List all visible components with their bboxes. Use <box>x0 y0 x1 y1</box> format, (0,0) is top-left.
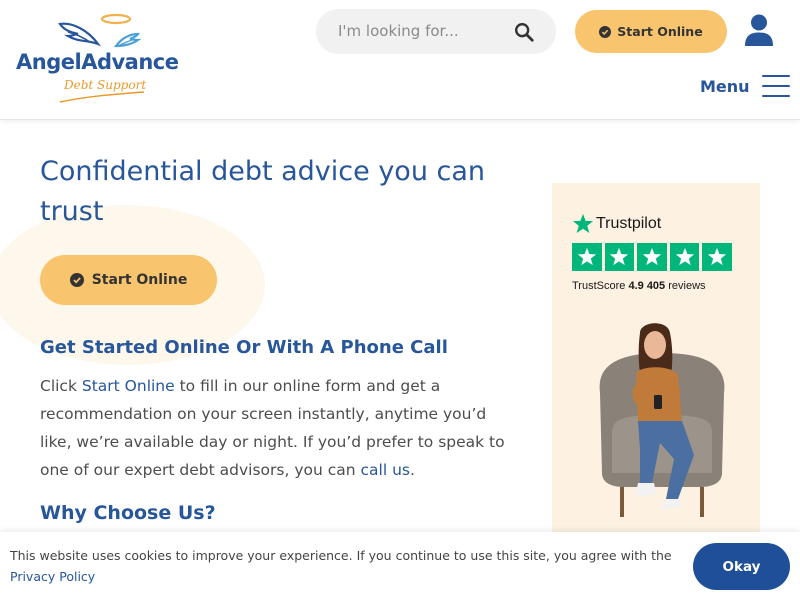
star-icon <box>572 243 602 271</box>
search-bar[interactable] <box>316 9 556 54</box>
star-icon <box>669 243 700 271</box>
menu-label: Menu <box>700 76 750 96</box>
menu-toggle[interactable]: Menu <box>700 72 790 100</box>
trustpilot-star-icon <box>572 213 594 233</box>
start-online-header-label: Start Online <box>617 24 703 39</box>
star-icon <box>604 243 635 271</box>
page-title: Confidential debt advice you can trust <box>40 156 486 227</box>
start-online-header-button[interactable]: Start Online <box>575 10 727 53</box>
call-us-link[interactable]: call us <box>361 461 410 479</box>
trustpilot-panel: Trustpilot TrustScore 4.9 405 reviews <box>552 183 760 543</box>
trustpilot-name: Trustpilot <box>596 215 662 232</box>
start-online-main-label: Start Online <box>91 272 188 288</box>
woman-on-armchair-illustration <box>599 323 725 517</box>
start-online-link[interactable]: Start Online <box>82 377 175 395</box>
angel-advance-logo[interactable]: AngelAdvance Debt Support <box>14 12 189 108</box>
user-icon[interactable] <box>744 14 774 46</box>
check-circle-icon <box>69 273 84 287</box>
logo-wordmark: AngelAdvance <box>16 50 179 74</box>
get-started-paragraph: Click Start Online to fill in our online… <box>40 377 505 479</box>
trustpilot-rating-stars <box>572 243 732 271</box>
cookie-message: This website uses cookies to improve you… <box>10 548 672 584</box>
trustpilot-logo[interactable]: Trustpilot <box>572 213 661 235</box>
section-heading-why-choose-us: Why Choose Us? <box>40 502 216 524</box>
star-icon <box>702 243 732 271</box>
logo-swoosh-icon <box>59 91 145 103</box>
hamburger-icon <box>761 75 790 97</box>
cookie-okay-button[interactable]: Okay <box>693 543 790 590</box>
start-online-main-button[interactable]: Start Online <box>40 255 217 305</box>
cookie-consent-bar: This website uses cookies to improve you… <box>0 532 800 600</box>
star-icon <box>637 243 667 271</box>
trustscore-text: TrustScore 4.9 405 reviews <box>572 280 706 292</box>
check-circle-icon <box>599 25 612 38</box>
site-header: AngelAdvance Debt Support Start Online M… <box>0 0 800 120</box>
search-input[interactable] <box>338 20 518 42</box>
search-icon[interactable] <box>513 21 535 43</box>
section-heading-get-started: Get Started Online Or With A Phone Call <box>40 337 448 358</box>
privacy-policy-link[interactable]: Privacy Policy <box>10 569 95 584</box>
angel-wings-icon <box>58 13 142 48</box>
